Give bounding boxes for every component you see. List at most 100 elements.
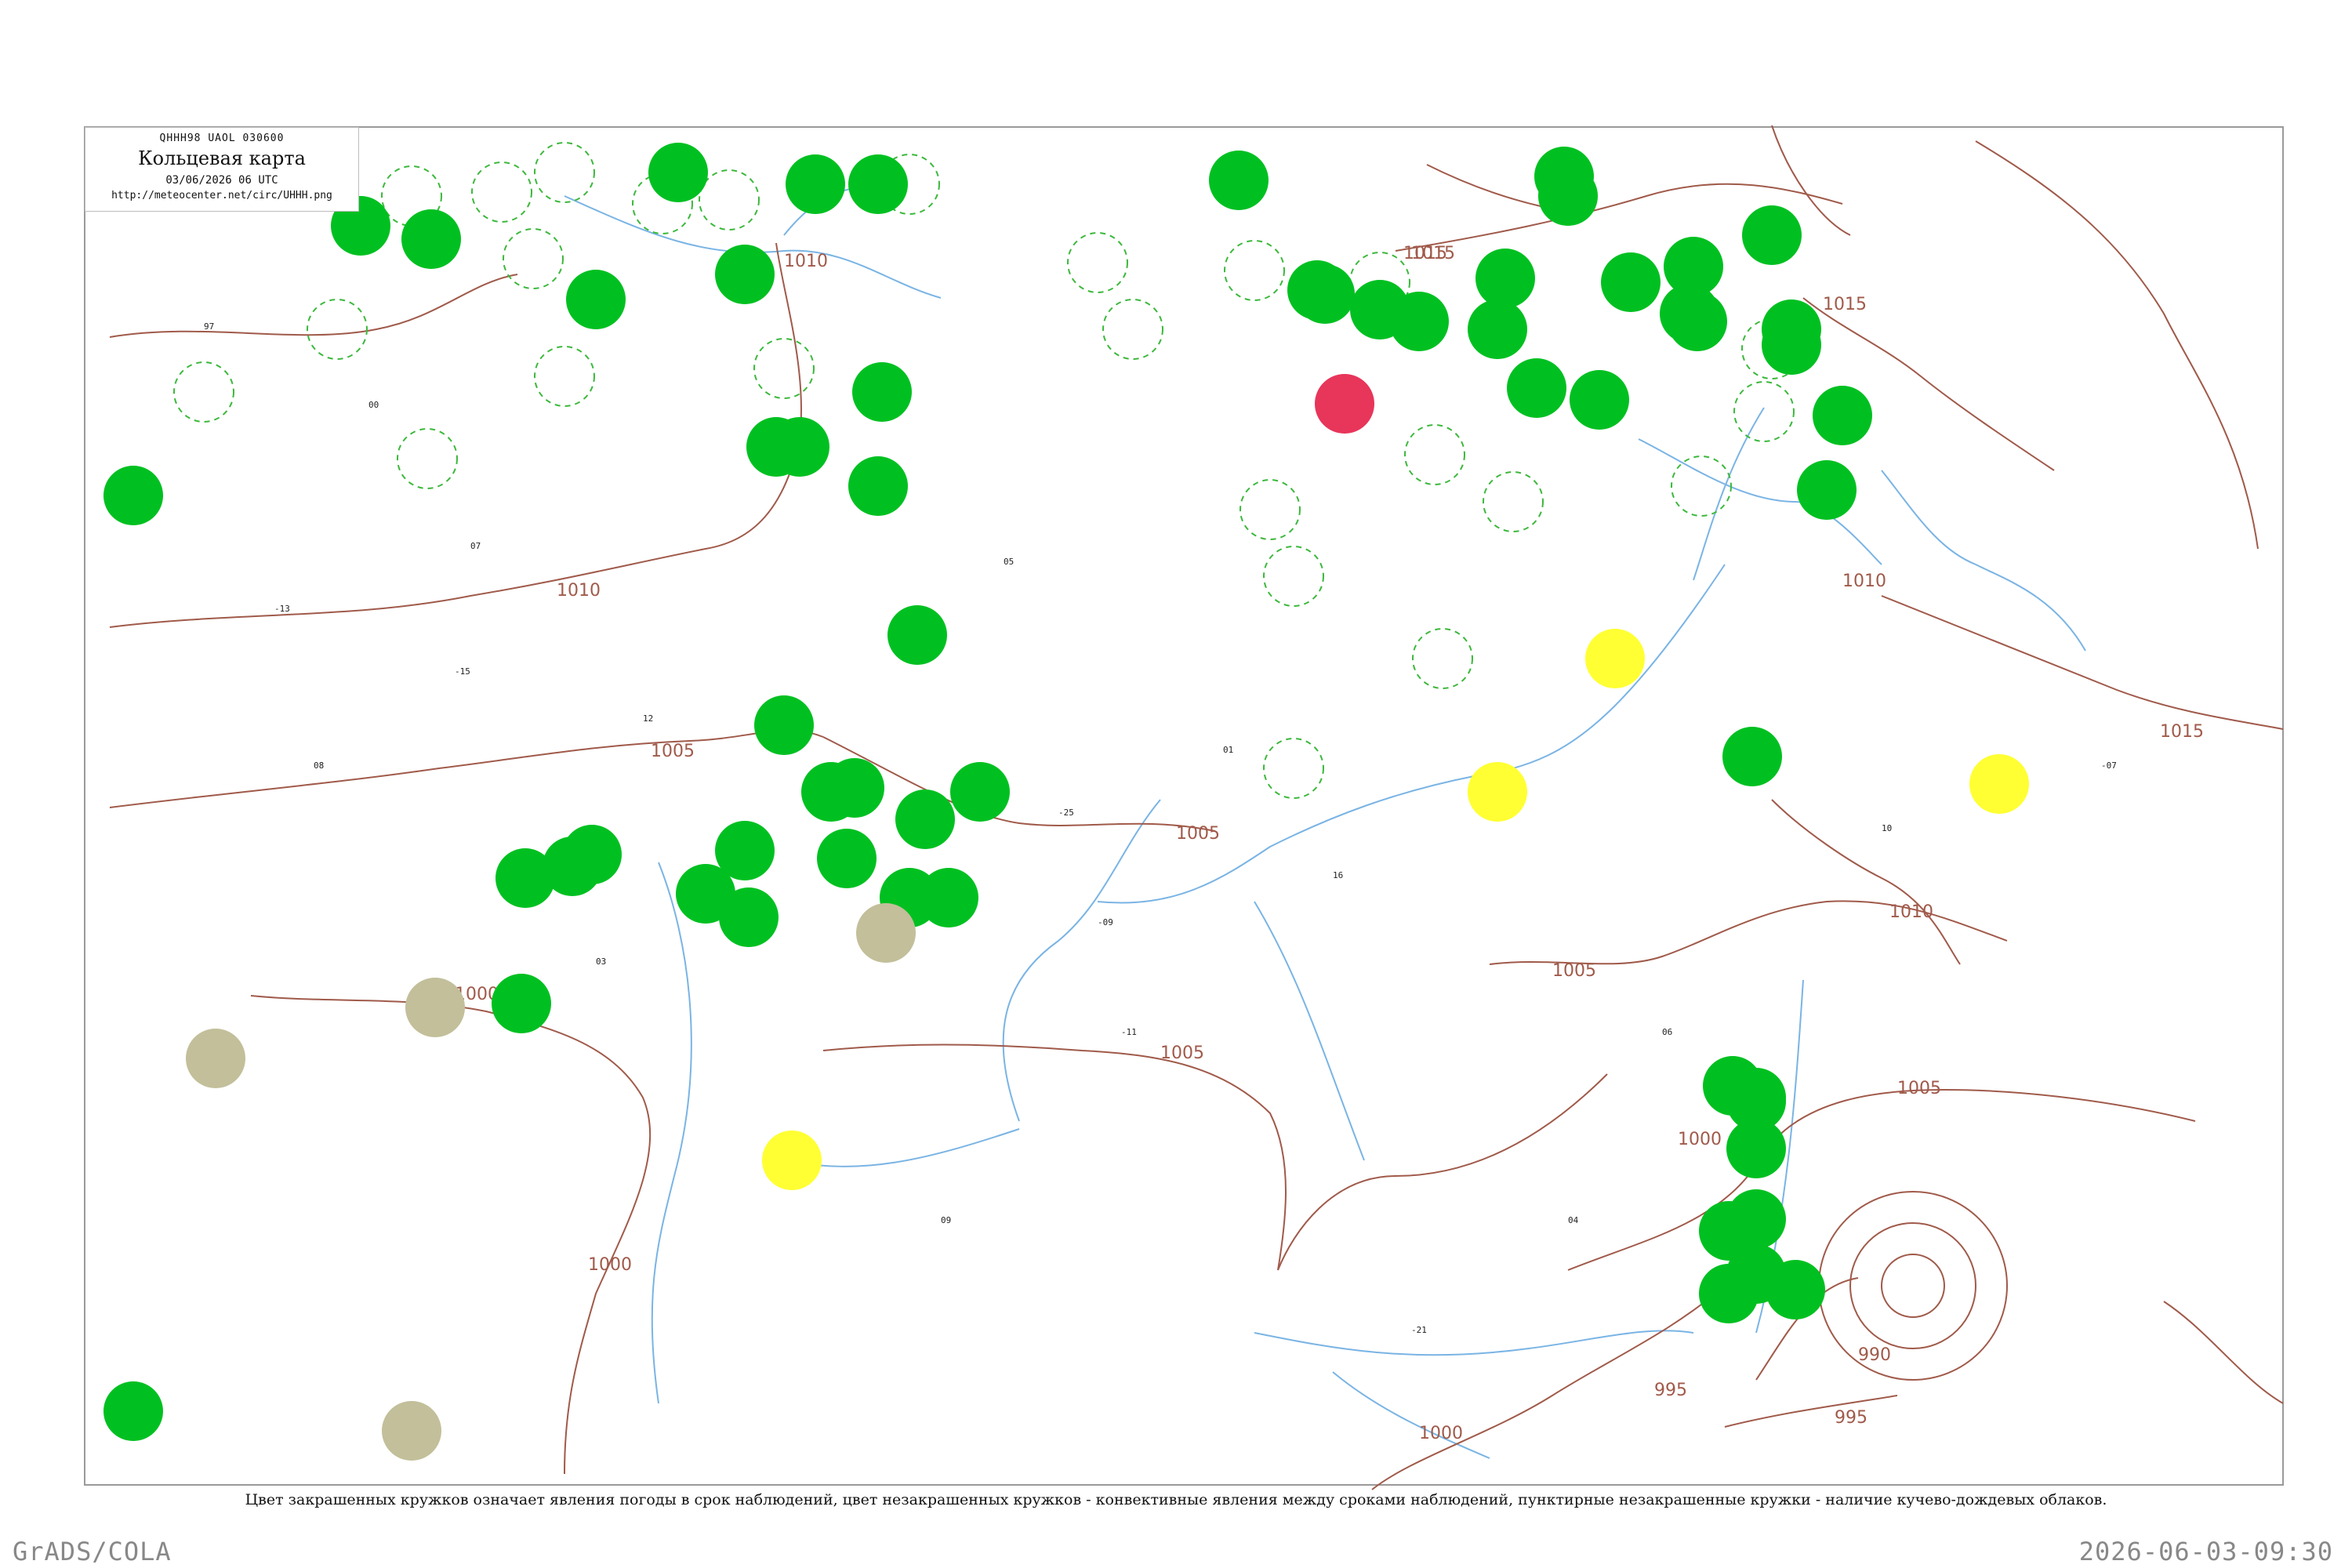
station-circle-green: [848, 456, 908, 516]
station-circle-green: [825, 758, 884, 818]
station-circle-red: [1315, 374, 1374, 434]
isobars: [109, 125, 2284, 1490]
station-circle-green: [1475, 249, 1535, 308]
station-value: -13: [274, 604, 290, 614]
station-circle-yellow: [1468, 762, 1527, 822]
station-circle-green: [770, 417, 829, 477]
isobar-label: 1005: [1160, 1044, 1204, 1063]
station-circle-green: [887, 605, 947, 665]
cb-ring: [699, 169, 760, 230]
station-value: -15: [455, 666, 470, 677]
cb-ring: [1483, 471, 1544, 532]
station-value: 08: [314, 760, 324, 771]
map-title: Кольцевая карта: [138, 147, 306, 169]
station-circle-green: [566, 270, 626, 329]
station-value: 07: [470, 541, 481, 551]
report-code: QHHH98 UAOL 030600: [159, 132, 285, 144]
station-value: 06: [1662, 1027, 1672, 1037]
station-circle-green: [1726, 1119, 1786, 1178]
isobar-label: 1000: [1678, 1130, 1722, 1149]
station-circle-green: [543, 837, 602, 896]
cb-ring: [1263, 738, 1324, 799]
isobar-label: 990: [1858, 1345, 1891, 1365]
station-value: 03: [596, 956, 606, 967]
station-circle-green: [1389, 292, 1449, 351]
station-value: 09: [941, 1215, 951, 1225]
station-circle-green: [719, 887, 779, 947]
isobar-label: 1005: [1552, 961, 1596, 981]
station-value: 10: [1882, 823, 1892, 833]
map-url: http://meteocenter.net/circ/UHHH.png: [111, 190, 332, 201]
station-circle-green: [103, 466, 163, 525]
isobar-label: 1000: [1419, 1424, 1463, 1443]
isobar-label: 1010: [784, 252, 828, 271]
station-value: -25: [1058, 808, 1074, 818]
cb-ring: [307, 299, 368, 360]
station-circle-green: [786, 154, 845, 214]
station-circle-green: [1797, 460, 1857, 520]
station-circle-green: [754, 695, 814, 755]
station-circle-green: [1295, 264, 1355, 324]
station-value: -07: [2101, 760, 2117, 771]
station-circle-yellow: [762, 1131, 822, 1190]
cb-ring: [534, 142, 595, 203]
station-circle-khaki: [405, 978, 465, 1037]
isobar-label: 1005: [1176, 824, 1220, 844]
station-circle-green: [648, 143, 708, 202]
station-circle-green: [852, 362, 912, 422]
footer-timestamp: 2026-06-03-09:30: [2078, 1537, 2333, 1566]
isobar-label: 1010: [1842, 572, 1886, 591]
station-value: 04: [1568, 1215, 1579, 1225]
station-circle-green: [1468, 299, 1527, 359]
station-circle-green: [492, 974, 551, 1033]
isobar-label: 1010: [1889, 902, 1933, 922]
cb-ring: [173, 361, 234, 423]
cb-ring: [1067, 232, 1128, 293]
station-circle-yellow: [1969, 754, 2029, 814]
isobar-label: 1010: [557, 581, 601, 601]
station-circle-green: [103, 1381, 163, 1441]
station-circle-khaki: [856, 903, 916, 963]
station-circle-green: [1813, 386, 1872, 445]
cb-ring: [397, 428, 458, 489]
station-value: 12: [643, 713, 653, 724]
station-circle-green: [1742, 205, 1802, 265]
station-value: -09: [1098, 917, 1113, 927]
station-circle-green: [817, 829, 877, 888]
station-circle-yellow: [1585, 629, 1645, 688]
station-value: 16: [1333, 870, 1343, 880]
station-circle-green: [401, 209, 461, 269]
rivers: [564, 185, 2086, 1459]
station-circle-green: [1766, 1260, 1825, 1319]
station-circle-green: [1762, 315, 1821, 375]
filled-circles: [103, 143, 2029, 1461]
map-frame: [84, 126, 2284, 1486]
map-caption: Цвет закрашенных кружков означает явлени…: [245, 1491, 2107, 1508]
cb-ring: [1733, 381, 1795, 442]
cb-ring: [1404, 424, 1465, 485]
station-circle-green: [1726, 1068, 1786, 1127]
station-value: -21: [1411, 1325, 1427, 1335]
cb-ring: [1102, 299, 1163, 360]
cb-ring: [753, 338, 815, 399]
cb-ring: [1224, 240, 1285, 301]
map-header: QHHH98 UAOL 030600 Кольцевая карта 03/06…: [85, 127, 359, 212]
map-date: 03/06/2026 06 UTC: [165, 174, 278, 187]
cb-ring: [503, 228, 564, 289]
station-circle-khaki: [186, 1029, 245, 1088]
station-circle-green: [1722, 727, 1782, 786]
cb-ring: [534, 346, 595, 407]
isobar-label: 1015: [1403, 244, 1447, 263]
cb-ring: [471, 162, 532, 223]
station-value: 01: [1223, 745, 1233, 755]
cb-ring: [1240, 479, 1301, 540]
station-circle-green: [1209, 151, 1269, 210]
station-circle-green: [950, 762, 1010, 822]
station-circle-green: [1507, 358, 1566, 418]
station-value: 05: [1004, 557, 1014, 567]
isobar-label: 995: [1654, 1381, 1687, 1400]
station-circle-green: [895, 789, 955, 849]
station-circle-green: [1538, 166, 1598, 226]
cb-ring: [1263, 546, 1324, 607]
station-value: -11: [1121, 1027, 1137, 1037]
